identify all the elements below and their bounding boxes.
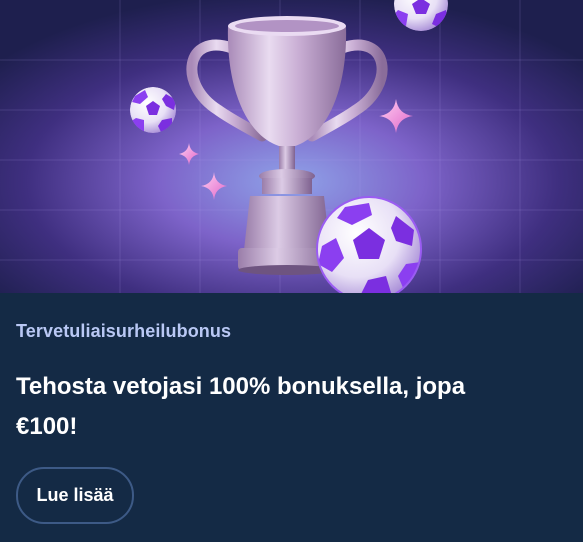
promo-card[interactable]: Tervetuliaisurheilubonus Tehosta vetojas… [0, 0, 583, 542]
promo-category-label: Tervetuliaisurheilubonus [16, 321, 232, 341]
read-more-button[interactable]: Lue lisää [16, 467, 134, 524]
promo-hero-image [0, 0, 583, 293]
promo-headline: Tehosta vetojasi 100% bonuksella, jopa €… [16, 373, 466, 440]
promo-content: Tervetuliaisurheilubonus Tehosta vetojas… [0, 293, 583, 542]
